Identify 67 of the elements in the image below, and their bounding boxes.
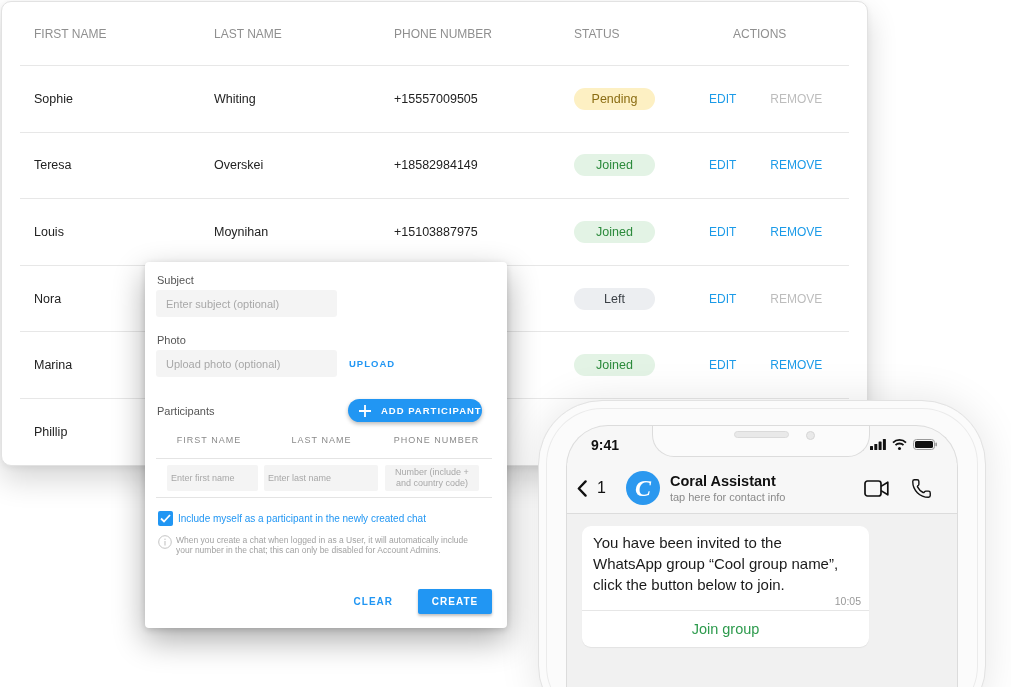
first-name-input[interactable]: Enter first name: [167, 465, 258, 491]
remove-button[interactable]: REMOVE: [766, 154, 827, 177]
message-time: 10:05: [834, 595, 861, 607]
contact-subtitle: tap here for contact info: [669, 489, 786, 504]
speaker-slot-icon: [734, 431, 789, 438]
status-badge: Left: [574, 287, 655, 310]
table-cell: Marina: [34, 358, 73, 373]
column-header: FIRST NAME: [34, 26, 107, 41]
edit-button[interactable]: EDIT: [705, 87, 741, 110]
remove-button[interactable]: REMOVE: [766, 221, 827, 243]
phone-number-input[interactable]: Number (include + and country code): [385, 465, 479, 491]
table-cell: Louis: [34, 225, 64, 239]
last-name-input[interactable]: Enter last name: [264, 465, 378, 491]
back-button[interactable]: 1: [575, 479, 608, 497]
section-label: Participants: [157, 404, 215, 417]
avatar: C: [625, 471, 660, 505]
column-header: ACTIONS: [733, 26, 787, 41]
status-badge: Joined: [574, 221, 655, 243]
table-cell: Whiting: [214, 91, 256, 106]
wifi-icon: [892, 439, 907, 450]
table-cell: Nora: [34, 291, 62, 306]
photo-input[interactable]: Upload photo (optional): [156, 350, 337, 377]
edit-button[interactable]: EDIT: [705, 354, 741, 377]
column-header: LAST NAME: [214, 26, 282, 41]
column-header: LAST NAME: [291, 435, 352, 445]
video-camera-icon[interactable]: [864, 479, 889, 497]
edit-button[interactable]: EDIT: [705, 287, 741, 310]
status-time: 9:41: [591, 436, 620, 453]
subject-input[interactable]: Enter subject (optional): [156, 290, 337, 317]
table-cell: +15557009505: [394, 91, 478, 106]
checkmark-icon: [160, 514, 171, 523]
checkbox-label: Include myself as a participant in the newly created chat: [178, 513, 426, 524]
status-badge: Joined: [574, 354, 655, 377]
column-header: PHONE NUMBER: [394, 26, 492, 41]
info-icon: [158, 535, 172, 549]
edit-button[interactable]: EDIT: [705, 221, 741, 243]
battery-icon: [913, 439, 937, 450]
table-cell: Phillip: [34, 425, 68, 440]
plus-icon: [359, 404, 371, 417]
field-label: Subject: [157, 273, 194, 287]
signal-bars-icon: [870, 439, 886, 450]
contact-name: Coral Assistant: [669, 472, 776, 490]
remove-button[interactable]: REMOVE: [766, 354, 827, 377]
upload-button[interactable]: UPLOAD: [345, 353, 400, 374]
checkbox[interactable]: [158, 511, 173, 526]
clear-button[interactable]: CLEAR: [345, 590, 401, 613]
field-label: Photo: [157, 333, 186, 347]
column-header: PHONE NUMBER: [393, 435, 480, 445]
status-badge: Pending: [574, 87, 655, 110]
table-cell: +18582984149: [394, 158, 478, 173]
status-badge: Joined: [574, 154, 655, 177]
add-participant-button[interactable]: ADD PARTICIPANT: [348, 399, 482, 422]
join-group-button[interactable]: Join group: [582, 610, 869, 647]
table-cell: Sophie: [34, 91, 73, 106]
chevron-left-icon: [577, 479, 587, 497]
phone-icon[interactable]: [911, 477, 932, 499]
create-button[interactable]: CREATE: [418, 589, 492, 614]
table-cell: Teresa: [34, 158, 72, 173]
table-cell: Moynihan: [214, 225, 269, 239]
message-text: You have been invited to the WhatsApp group “Cool group name”, click the button below to join.: [592, 533, 840, 595]
column-header: FIRST NAME: [176, 435, 242, 445]
table-cell: +15103887975: [394, 225, 478, 239]
table-cell: Overskei: [214, 158, 264, 173]
edit-button[interactable]: EDIT: [705, 154, 741, 177]
info-note: When you create a chat when logged in as a User, it will automatically include your number in the chat; this can only be disabled for Account Admins.: [176, 535, 469, 555]
camera-dot-icon: [806, 431, 815, 440]
column-header: STATUS: [574, 26, 620, 41]
